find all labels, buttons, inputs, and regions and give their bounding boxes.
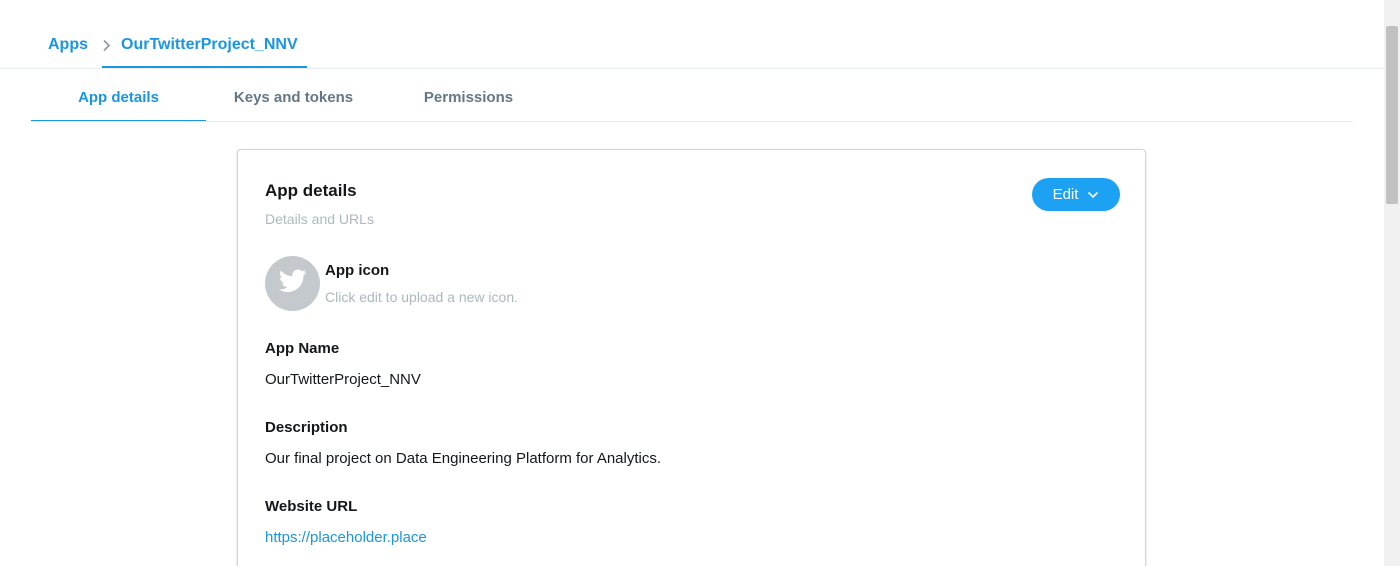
page: Apps OurTwitterProject_NNV App details K… [0,0,1400,566]
page-scrollbar-thumb[interactable] [1386,26,1398,204]
chevron-down-icon [1087,191,1099,199]
breadcrumb-current[interactable]: OurTwitterProject_NNV [121,36,298,54]
tab-permissions[interactable]: Permissions [381,74,556,122]
chevron-right-icon [102,39,111,52]
breadcrumb: Apps OurTwitterProject_NNV [48,33,298,57]
website-url-label: Website URL [265,498,358,515]
breadcrumb-apps-link[interactable]: Apps [48,36,88,54]
website-url-value: https://placeholder.place [265,529,427,546]
twitter-bird-icon [278,269,307,298]
card-subtitle: Details and URLs [265,211,374,227]
app-icon-hint: Click edit to upload a new icon. [325,289,518,305]
app-details-card: App details Details and URLs Edit App ic… [237,149,1146,566]
card-title: App details [265,181,357,200]
header-divider [0,68,1384,69]
edit-button-label: Edit [1052,186,1079,203]
app-icon-avatar [265,256,320,311]
tab-bar: App details Keys and tokens Permissions [31,74,556,122]
tab-keys-and-tokens[interactable]: Keys and tokens [206,74,381,122]
app-name-value: OurTwitterProject_NNV [265,371,421,388]
website-url-link[interactable]: https://placeholder.place [265,529,427,546]
tabs-divider [31,121,1353,122]
app-name-label: App Name [265,340,340,357]
description-value: Our final project on Data Engineering Pl… [265,450,662,467]
app-icon-label: App icon [325,262,390,279]
tab-app-details[interactable]: App details [31,74,206,122]
description-label: Description [265,419,348,436]
edit-button[interactable]: Edit [1032,178,1120,211]
